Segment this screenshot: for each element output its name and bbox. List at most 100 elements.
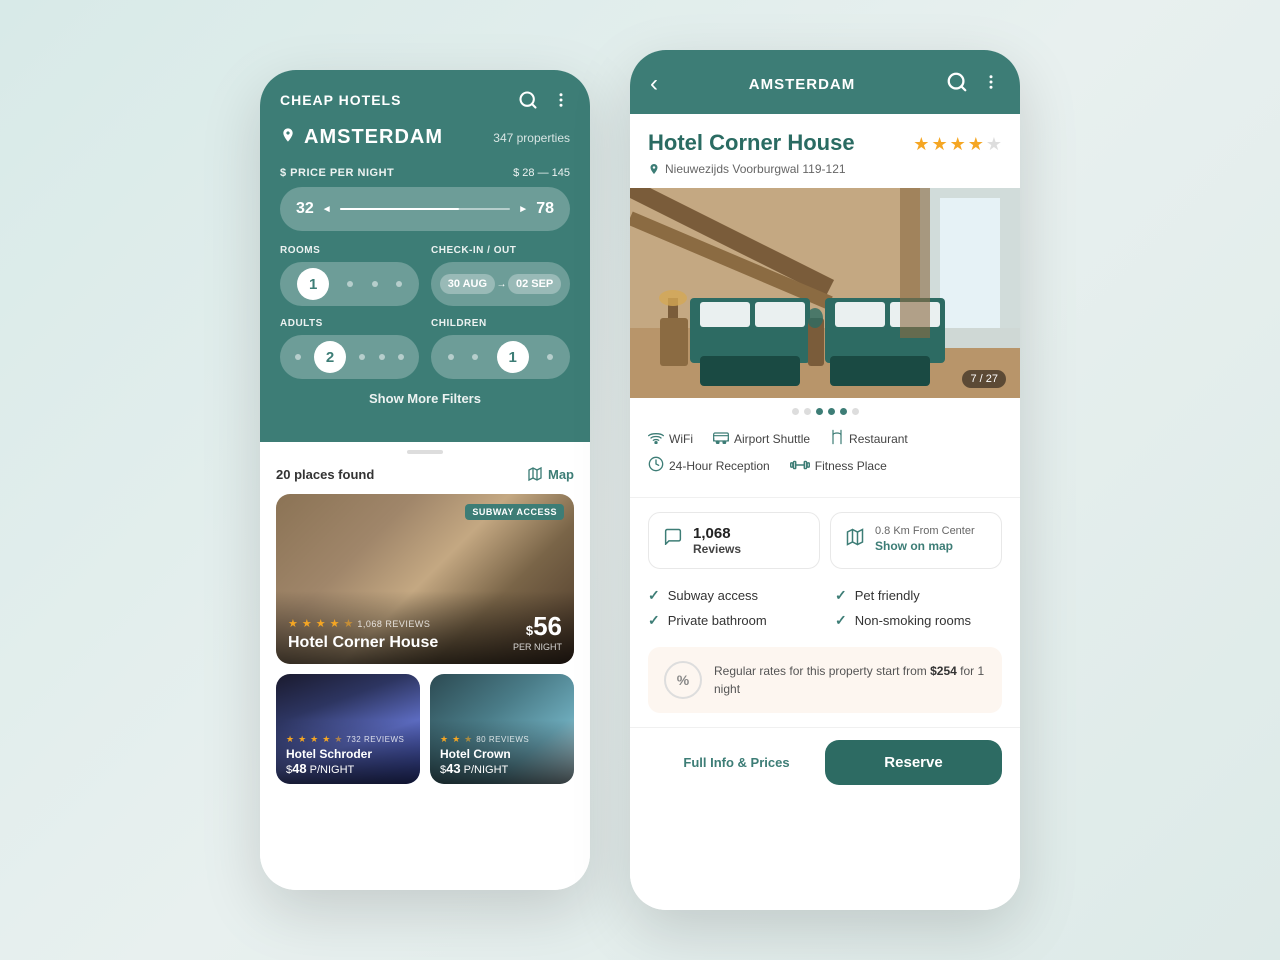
- reception-icon: [648, 456, 664, 475]
- map-card-icon: [845, 527, 865, 553]
- feature-label-2: Pet friendly: [855, 588, 920, 603]
- children-filter[interactable]: 1: [431, 335, 570, 379]
- properties-count: 347 properties: [493, 131, 570, 145]
- check-icon-3: ✓: [648, 612, 660, 629]
- subway-badge: SUBWAY ACCESS: [465, 504, 564, 520]
- check-icon-2: ✓: [835, 587, 847, 604]
- distance-text: 0.8 Km From Center: [875, 525, 975, 537]
- action-bar: Full Info & Prices Reserve: [630, 727, 1020, 797]
- img-dot-5[interactable]: [840, 408, 847, 415]
- promo-percent-icon: %: [664, 661, 702, 699]
- feature-label-1: Subway access: [668, 588, 758, 603]
- checkin-filter[interactable]: 30 AUG → 02 SEP: [431, 262, 570, 306]
- promo-text: Regular rates for this property start fr…: [714, 662, 986, 698]
- detail-content: Hotel Corner House ★ ★ ★ ★ ★ Nieuwezijds…: [630, 114, 1020, 910]
- reception-label: 24-Hour Reception: [669, 459, 770, 473]
- right-phone: ‹ AMSTERDAM Hotel Corner House ★ ★ ★ ★ ★: [630, 50, 1020, 910]
- reviews-card-icon: [663, 527, 683, 551]
- amenity-fitness: Fitness Place: [790, 456, 887, 475]
- feature-subway: ✓ Subway access: [648, 587, 815, 604]
- rooms-filter[interactable]: 1: [280, 262, 419, 306]
- price-max: 78: [536, 200, 554, 218]
- show-more-filters-btn[interactable]: Show More Filters: [280, 379, 570, 418]
- checkout-date: 02 SEP: [508, 274, 561, 294]
- rooms-value: 1: [297, 268, 329, 300]
- location-name: AMSTERDAM: [304, 126, 443, 149]
- amenity-reception: 24-Hour Reception: [648, 456, 770, 475]
- rooms-label: ROOMS: [280, 245, 419, 256]
- img-dot-3[interactable]: [816, 408, 823, 415]
- hotel-card-2[interactable]: ★★★ 80 REVIEWS Hotel Crown $43 P/NIGHT: [430, 674, 574, 784]
- location-pin-icon: [280, 127, 296, 148]
- back-button[interactable]: ‹: [650, 70, 658, 98]
- right-phone-header: ‹ AMSTERDAM: [630, 50, 1020, 114]
- feature-pet: ✓ Pet friendly: [835, 587, 1002, 604]
- hotel-detail-header: Hotel Corner House ★ ★ ★ ★ ★ Nieuwezijds…: [630, 114, 1020, 188]
- info-cards-row: 1,068 Reviews 0.8 Km From Center Show on…: [630, 498, 1020, 583]
- hotel-card-info-0: ★★★★★ 1,068 REVIEWS Hotel Corner House $…: [276, 591, 574, 664]
- feature-smoking: ✓ Non-smoking rooms: [835, 612, 1002, 629]
- img-dot-6[interactable]: [852, 408, 859, 415]
- results-count: 20 places found: [276, 467, 374, 482]
- features-section: ✓ Subway access ✓ Pet friendly ✓ Private…: [630, 583, 1020, 643]
- img-dot-2[interactable]: [804, 408, 811, 415]
- checkin-label: CHECK-IN / OUT: [431, 245, 570, 256]
- price-label: $ PRICE PER NIGHT: [280, 167, 394, 179]
- price-badge-0: $56 PER NIGHT: [513, 611, 562, 652]
- reviews-text-0: 1,068 REVIEWS: [357, 619, 430, 629]
- amenity-wifi: WiFi: [648, 429, 693, 448]
- menu-icon[interactable]: [552, 91, 570, 109]
- results-section: 20 places found Map SUBWAY ACCESS ★★★★★ …: [260, 442, 590, 890]
- full-info-button[interactable]: Full Info & Prices: [648, 741, 825, 784]
- children-value: 1: [497, 341, 529, 373]
- check-icon-4: ✓: [835, 612, 847, 629]
- hotel-detail-name: Hotel Corner House: [648, 130, 855, 156]
- hotel-name-0: Hotel Corner House: [288, 634, 438, 652]
- price-small-1: $48 P/NIGHT: [286, 761, 410, 776]
- restaurant-label: Restaurant: [849, 432, 908, 446]
- search-icon[interactable]: [518, 90, 538, 110]
- hotel-card-0[interactable]: SUBWAY ACCESS ★★★★★ 1,068 REVIEWS Hotel …: [276, 494, 574, 664]
- price-range: $ 28 — 145: [513, 167, 570, 179]
- adults-value: 2: [314, 341, 346, 373]
- hotel-stars: ★ ★ ★ ★ ★: [913, 134, 1002, 155]
- shuttle-label: Airport Shuttle: [734, 432, 810, 446]
- price-min: 32: [296, 200, 314, 218]
- hotel-address: Nieuwezijds Voorburgwal 119-121: [648, 162, 1002, 176]
- price-slider[interactable]: 32 ◄ ► 78: [280, 187, 570, 231]
- wifi-label: WiFi: [669, 432, 693, 446]
- search-icon-right[interactable]: [946, 71, 968, 98]
- map-button[interactable]: Map: [527, 466, 574, 482]
- reviews-count: 1,068: [693, 525, 741, 542]
- fitness-icon: [790, 458, 810, 474]
- img-dot-4[interactable]: [828, 408, 835, 415]
- menu-icon-right[interactable]: [982, 73, 1000, 96]
- feature-label-4: Non-smoking rooms: [855, 613, 971, 628]
- hotel-main-image[interactable]: 7 / 27: [630, 188, 1020, 398]
- app-title: CHEAP HOTELS: [280, 92, 401, 108]
- checkin-date: 30 AUG: [440, 274, 495, 294]
- feature-label-3: Private bathroom: [668, 613, 767, 628]
- city-title: AMSTERDAM: [749, 76, 856, 93]
- amenity-shuttle: Airport Shuttle: [713, 429, 810, 448]
- hotel-card-1[interactable]: ★★★★★ 732 REVIEWS Hotel Schroder $48 P/N…: [276, 674, 420, 784]
- reviews-card[interactable]: 1,068 Reviews: [648, 512, 820, 569]
- hotel-card-info-1: ★★★★★ 732 REVIEWS Hotel Schroder $48 P/N…: [276, 720, 420, 784]
- image-dots: [630, 398, 1020, 421]
- fitness-label: Fitness Place: [815, 459, 887, 473]
- left-phone-header: CHEAP HOTELS AMSTERDAM 347 properties: [260, 70, 590, 442]
- adults-filter[interactable]: 2: [280, 335, 419, 379]
- hotel-name-2: Hotel Crown: [440, 747, 564, 761]
- feature-bathroom: ✓ Private bathroom: [648, 612, 815, 629]
- show-on-map-link[interactable]: Show on map: [875, 539, 953, 553]
- drag-handle: [407, 450, 443, 454]
- shuttle-icon: [713, 430, 729, 447]
- wifi-icon: [648, 431, 664, 447]
- reserve-button[interactable]: Reserve: [825, 740, 1002, 785]
- check-icon-1: ✓: [648, 587, 660, 604]
- promo-banner: % Regular rates for this property start …: [648, 647, 1002, 713]
- image-counter: 7 / 27: [962, 370, 1006, 388]
- map-card[interactable]: 0.8 Km From Center Show on map: [830, 512, 1002, 569]
- img-dot-1[interactable]: [792, 408, 799, 415]
- hotel-card-info-2: ★★★ 80 REVIEWS Hotel Crown $43 P/NIGHT: [430, 720, 574, 784]
